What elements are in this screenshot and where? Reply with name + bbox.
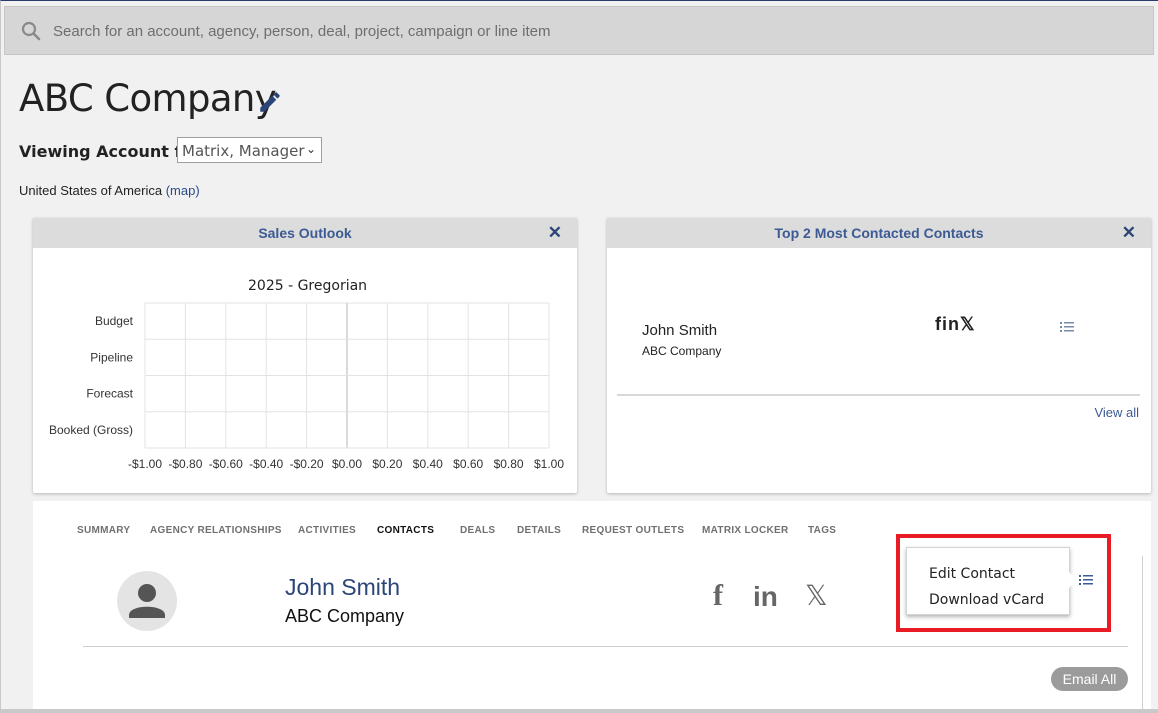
list-menu-icon[interactable]: [1060, 321, 1074, 333]
menu-arrow: [1069, 572, 1077, 588]
tab-activities[interactable]: ACTIVITIES: [298, 525, 356, 536]
x-tick-label: -$0.60: [209, 457, 243, 471]
x-tick-label: $0.60: [453, 457, 483, 471]
avatar: [117, 571, 177, 631]
top-contacts-header: Top 2 Most Contacted Contacts ✕: [607, 218, 1151, 248]
contact-company: ABC Company: [285, 606, 405, 626]
page-bottom-edge: [1, 709, 1158, 713]
email-all-button[interactable]: Email All: [1051, 667, 1128, 691]
tab-matrix-locker[interactable]: MATRIX LOCKER: [702, 525, 789, 536]
tab-details[interactable]: DETAILS: [517, 525, 561, 536]
top-contact-name[interactable]: John Smith: [642, 322, 717, 339]
download-vcard-menu-item[interactable]: Download vCard: [929, 592, 1044, 608]
sales-outlook-chart: -$1.00 -$0.80 -$0.60 -$0.40 -$0.20 $0.00 $0.20…: [49, 302, 564, 471]
top-contacts-title: Top 2 Most Contacted Contacts: [774, 225, 984, 241]
chevron-down-icon: ⌄: [305, 142, 316, 156]
x-icon[interactable]: 𝕏: [805, 579, 828, 612]
x-tick-label: -$0.20: [290, 457, 324, 471]
sales-outlook-title: Sales Outlook: [258, 225, 352, 241]
linkedin-icon[interactable]: in: [753, 581, 778, 613]
y-category-label: Budget: [95, 314, 134, 328]
sales-outlook-header: Sales Outlook ✕: [33, 218, 577, 248]
search-icon: [21, 21, 41, 41]
pencil-icon[interactable]: [257, 89, 283, 115]
facebook-icon[interactable]: f: [713, 579, 723, 613]
y-category-label: Pipeline: [90, 350, 133, 364]
contact-action-menu: Edit Contact Download vCard: [906, 547, 1077, 615]
person-icon: [129, 584, 165, 618]
search-input[interactable]: Search for an account, agency, person, d…: [53, 23, 551, 40]
list-menu-icon[interactable]: [1079, 574, 1093, 586]
divider: [617, 394, 1140, 396]
tab-deals[interactable]: DEALS: [460, 525, 495, 536]
contact-name[interactable]: John Smith: [285, 574, 400, 601]
edit-contact-menu-item[interactable]: Edit Contact: [929, 566, 1015, 582]
sales-outlook-card: Sales Outlook ✕ 2025 - Gregorian -$1.00-…: [33, 218, 577, 493]
x-tick-label: -$1.00: [128, 457, 162, 471]
page-title: ABC Company: [19, 77, 277, 120]
x-tick-label: -$0.40: [249, 457, 283, 471]
tab-tags[interactable]: TAGS: [808, 525, 836, 536]
viewing-account-value: Matrix, Manager: [182, 142, 305, 160]
x-tick-label: $0.20: [372, 457, 402, 471]
map-link[interactable]: (map): [166, 183, 200, 198]
y-category-label: Booked (Gross): [49, 423, 133, 437]
y-category-label: Forecast: [86, 387, 133, 401]
country-line: United States of America (map): [19, 183, 200, 198]
top-contacts-card: Top 2 Most Contacted Contacts ✕ John Smi…: [607, 218, 1151, 493]
view-all-link[interactable]: View all: [1094, 405, 1139, 420]
divider: [83, 646, 1128, 647]
divider: [1142, 556, 1143, 711]
close-icon[interactable]: ✕: [548, 223, 562, 243]
tab-summary[interactable]: SUMMARY: [77, 525, 130, 536]
x-tick-label: $0.40: [413, 457, 443, 471]
search-bar[interactable]: Search for an account, agency, person, d…: [4, 6, 1154, 55]
tab-agency-relationships[interactable]: AGENCY RELATIONSHIPS: [150, 525, 282, 536]
x-tick-label: $0.80: [494, 457, 524, 471]
tab-contacts[interactable]: CONTACTS: [377, 525, 434, 536]
close-icon[interactable]: ✕: [1122, 223, 1136, 243]
tab-request-outlets[interactable]: REQUEST OUTLETS: [582, 525, 684, 536]
x-tick-label: $1.00: [534, 457, 564, 471]
top-contact-company: ABC Company: [642, 344, 722, 358]
social-icons[interactable]: fin𝕏: [935, 314, 976, 335]
country-text: United States of America: [19, 183, 163, 198]
x-tick-label: -$0.80: [168, 457, 202, 471]
viewing-account-select[interactable]: Matrix, Manager ⌄: [177, 137, 322, 163]
x-tick-label: $0.00: [332, 457, 362, 471]
